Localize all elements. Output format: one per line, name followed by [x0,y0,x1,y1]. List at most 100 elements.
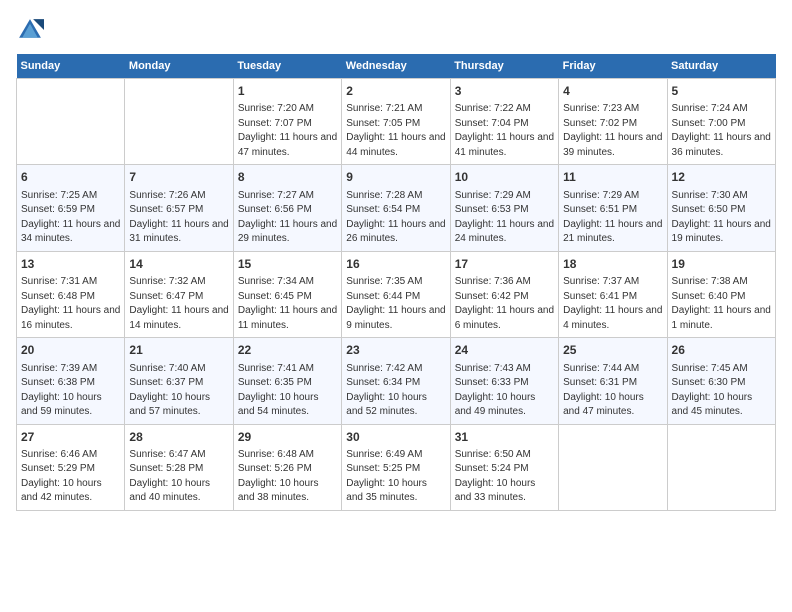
day-detail: Sunrise: 7:22 AMSunset: 7:04 PMDaylight:… [455,102,554,160]
day-number: 22 [238,342,337,359]
calendar-cell: 9Sunrise: 7:28 AMSunset: 6:54 PMDaylight… [342,165,450,251]
calendar-cell: 12 Sunrise: 7:30 AMSunset: 6:50 PMDayligh… [667,165,775,251]
calendar-cell: 5 Sunrise: 7:24 AMSunset: 7:00 PMDaylight… [667,79,775,165]
header-wednesday: Wednesday [342,54,450,79]
calendar-cell: 14Sunrise: 7:32 AMSunset: 6:47 PMDayligh… [125,251,233,337]
day-number: 21 [129,342,228,359]
day-number: 2 [346,83,445,100]
day-detail: Sunrise: 6:49 AMSunset: 5:25 PMDaylight:… [346,448,445,506]
day-detail: Sunrise: 7:43 AMSunset: 6:33 PMDaylight:… [455,362,554,420]
day-detail: Sunrise: 6:47 AMSunset: 5:28 PMDaylight:… [129,448,228,506]
calendar-cell: 28 Sunrise: 6:47 AMSunset: 5:28 PMDayligh… [125,424,233,510]
day-detail: Sunrise: 7:34 AMSunset: 6:45 PMDaylight:… [238,275,337,333]
calendar-cell: 31Sunrise: 6:50 AMSunset: 5:24 PMDayligh… [450,424,558,510]
day-number: 11 [563,169,662,186]
day-number: 13 [21,256,120,273]
calendar-cell: 21 Sunrise: 7:40 AMSunset: 6:37 PMDayligh… [125,338,233,424]
day-number: 20 [21,342,120,359]
day-number: 18 [563,256,662,273]
day-detail: Sunrise: 7:40 AMSunset: 6:37 PMDaylight:… [129,362,228,420]
day-number: 16 [346,256,445,273]
day-number: 15 [238,256,337,273]
calendar-cell: 25 Sunrise: 7:44 AMSunset: 6:31 PMDayligh… [559,338,667,424]
calendar-cell: 15 Sunrise: 7:34 AMSunset: 6:45 PMDayligh… [233,251,341,337]
day-detail: Sunrise: 7:24 AMSunset: 7:00 PMDaylight:… [672,102,771,160]
day-detail: Sunrise: 6:48 AMSunset: 5:26 PMDaylight:… [238,448,337,506]
calendar-cell: 1 Sunrise: 7:20 AMSunset: 7:07 PMDaylight… [233,79,341,165]
day-detail: Sunrise: 7:42 AMSunset: 6:34 PMDaylight:… [346,362,445,420]
calendar-week-row: 6Sunrise: 7:25 AMSunset: 6:59 PMDaylight… [17,165,776,251]
header-saturday: Saturday [667,54,775,79]
calendar-cell [559,424,667,510]
calendar-cell: 16Sunrise: 7:35 AMSunset: 6:44 PMDayligh… [342,251,450,337]
calendar-cell: 10 Sunrise: 7:29 AMSunset: 6:53 PMDayligh… [450,165,558,251]
calendar-cell: 17 Sunrise: 7:36 AMSunset: 6:42 PMDayligh… [450,251,558,337]
calendar-cell [667,424,775,510]
day-number: 5 [672,83,771,100]
header-monday: Monday [125,54,233,79]
day-number: 10 [455,169,554,186]
day-number: 28 [129,429,228,446]
calendar-cell: 20 Sunrise: 7:39 AMSunset: 6:38 PMDayligh… [17,338,125,424]
calendar-table: SundayMondayTuesdayWednesdayThursdayFrid… [16,54,776,511]
day-number: 3 [455,83,554,100]
day-detail: Sunrise: 7:36 AMSunset: 6:42 PMDaylight:… [455,275,554,333]
calendar-cell [125,79,233,165]
day-detail: Sunrise: 7:25 AMSunset: 6:59 PMDaylight:… [21,189,120,247]
calendar-cell: 19 Sunrise: 7:38 AMSunset: 6:40 PMDayligh… [667,251,775,337]
day-detail: Sunrise: 7:27 AMSunset: 6:56 PMDaylight:… [238,189,337,247]
calendar-cell: 2 Sunrise: 7:21 AMSunset: 7:05 PMDaylight… [342,79,450,165]
day-detail: Sunrise: 7:39 AMSunset: 6:38 PMDaylight:… [21,362,120,420]
day-number: 30 [346,429,445,446]
calendar-cell: 27 Sunrise: 6:46 AMSunset: 5:29 PMDayligh… [17,424,125,510]
day-number: 27 [21,429,120,446]
day-detail: Sunrise: 7:38 AMSunset: 6:40 PMDaylight:… [672,275,771,333]
day-number: 19 [672,256,771,273]
calendar-cell: 13 Sunrise: 7:31 AMSunset: 6:48 PMDayligh… [17,251,125,337]
day-number: 24 [455,342,554,359]
calendar-week-row: 1 Sunrise: 7:20 AMSunset: 7:07 PMDaylight… [17,79,776,165]
day-number: 26 [672,342,771,359]
day-detail: Sunrise: 7:20 AMSunset: 7:07 PMDaylight:… [238,102,337,160]
day-number: 12 [672,169,771,186]
day-detail: Sunrise: 7:44 AMSunset: 6:31 PMDaylight:… [563,362,662,420]
calendar-cell: 26 Sunrise: 7:45 AMSunset: 6:30 PMDayligh… [667,338,775,424]
calendar-cell: 3 Sunrise: 7:22 AMSunset: 7:04 PMDaylight… [450,79,558,165]
day-detail: Sunrise: 7:21 AMSunset: 7:05 PMDaylight:… [346,102,445,160]
day-detail: Sunrise: 7:29 AMSunset: 6:51 PMDaylight:… [563,189,662,247]
day-number: 29 [238,429,337,446]
day-detail: Sunrise: 7:41 AMSunset: 6:35 PMDaylight:… [238,362,337,420]
day-detail: Sunrise: 7:29 AMSunset: 6:53 PMDaylight:… [455,189,554,247]
calendar-week-row: 27 Sunrise: 6:46 AMSunset: 5:29 PMDayligh… [17,424,776,510]
calendar-cell: 29 Sunrise: 6:48 AMSunset: 5:26 PMDayligh… [233,424,341,510]
calendar-cell: 4 Sunrise: 7:23 AMSunset: 7:02 PMDaylight… [559,79,667,165]
page-header [16,16,776,44]
day-number: 9 [346,169,445,186]
day-detail: Sunrise: 7:31 AMSunset: 6:48 PMDaylight:… [21,275,120,333]
day-detail: Sunrise: 6:46 AMSunset: 5:29 PMDaylight:… [21,448,120,506]
day-number: 25 [563,342,662,359]
calendar-cell: 30 Sunrise: 6:49 AMSunset: 5:25 PMDayligh… [342,424,450,510]
calendar-header-row: SundayMondayTuesdayWednesdayThursdayFrid… [17,54,776,79]
calendar-cell [17,79,125,165]
day-detail: Sunrise: 7:30 AMSunset: 6:50 PMDaylight:… [672,189,771,247]
day-number: 23 [346,342,445,359]
calendar-week-row: 20 Sunrise: 7:39 AMSunset: 6:38 PMDayligh… [17,338,776,424]
day-detail: Sunrise: 7:23 AMSunset: 7:02 PMDaylight:… [563,102,662,160]
day-number: 31 [455,429,554,446]
logo-icon [16,16,44,44]
day-number: 1 [238,83,337,100]
day-number: 4 [563,83,662,100]
calendar-cell: 7Sunrise: 7:26 AMSunset: 6:57 PMDaylight… [125,165,233,251]
calendar-cell: 6Sunrise: 7:25 AMSunset: 6:59 PMDaylight… [17,165,125,251]
calendar-cell: 24 Sunrise: 7:43 AMSunset: 6:33 PMDayligh… [450,338,558,424]
day-detail: Sunrise: 7:45 AMSunset: 6:30 PMDaylight:… [672,362,771,420]
day-detail: Sunrise: 7:37 AMSunset: 6:41 PMDaylight:… [563,275,662,333]
header-friday: Friday [559,54,667,79]
header-sunday: Sunday [17,54,125,79]
calendar-cell: 11 Sunrise: 7:29 AMSunset: 6:51 PMDayligh… [559,165,667,251]
calendar-cell: 22 Sunrise: 7:41 AMSunset: 6:35 PMDayligh… [233,338,341,424]
calendar-cell: 18 Sunrise: 7:37 AMSunset: 6:41 PMDayligh… [559,251,667,337]
day-number: 17 [455,256,554,273]
day-number: 14 [129,256,228,273]
